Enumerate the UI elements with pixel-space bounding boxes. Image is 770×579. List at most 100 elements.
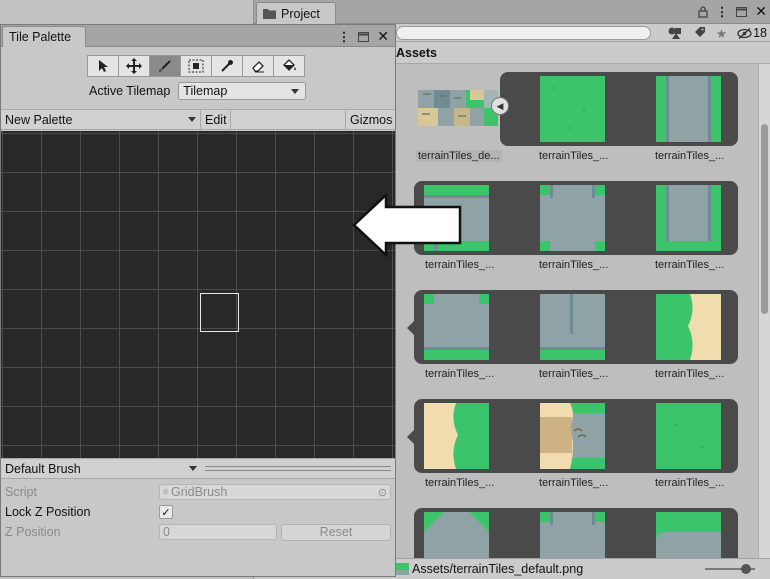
eraser-icon — [252, 61, 264, 73]
row-end-notch — [738, 539, 745, 553]
move-tool-button[interactable] — [118, 55, 150, 77]
scrollbar-thumb[interactable] — [761, 124, 768, 314]
sand-grass-thumbnail — [424, 403, 489, 469]
active-tilemap-row: Active Tilemap Tilemap — [89, 82, 307, 100]
asset-label: terrainTiles_... — [655, 150, 725, 162]
asset-tile-road-curve[interactable] — [424, 512, 489, 558]
tool-buttons — [87, 55, 305, 77]
palette-dropdown-value: New Palette — [5, 113, 73, 127]
tile-palette-window: Tile Palette ⋮ ✕ Active Tilemap Tilemap … — [0, 24, 396, 577]
grass-2-thumbnail — [656, 403, 721, 469]
picker-tool-button[interactable] — [211, 55, 243, 77]
hidden-count: 18 — [753, 26, 767, 40]
reset-label: Reset — [319, 525, 353, 539]
lock-icon[interactable] — [698, 5, 708, 18]
z-position-field: 0 — [159, 524, 277, 540]
active-tilemap-value: Tilemap — [183, 84, 228, 98]
unity-editor: Project ⋮ ✕ ★ 18 Assets terrainTiles_de.… — [0, 0, 770, 579]
edit-palette-button[interactable]: Edit — [201, 110, 231, 130]
grass-sand-thumbnail — [656, 294, 721, 360]
asset-tile-road-t-down[interactable] — [424, 294, 489, 360]
favorites-star-icon[interactable]: ★ — [716, 26, 727, 41]
script-hash-icon: # — [163, 487, 169, 497]
select-tool-button[interactable] — [87, 55, 119, 77]
palette-canvas[interactable] — [1, 131, 395, 458]
search-input[interactable] — [396, 26, 651, 40]
maximize-icon[interactable] — [736, 6, 748, 17]
grass-tile-thumbnail — [540, 76, 605, 142]
asset-tile-grass-sand[interactable] — [656, 294, 721, 360]
script-value: GridBrush — [171, 485, 228, 499]
paint-brush-tool-button[interactable] — [149, 55, 181, 77]
chevron-down-icon — [189, 466, 197, 471]
script-field: # GridBrush ⊙ — [159, 484, 391, 500]
project-tab[interactable]: Project — [256, 2, 336, 24]
row-end-notch — [738, 430, 745, 444]
active-tilemap-dropdown[interactable]: Tilemap — [178, 82, 307, 100]
asset-tile-road-vertical[interactable] — [656, 76, 721, 142]
asset-tile-road-cross-2[interactable] — [540, 294, 605, 360]
row-start-notch — [407, 430, 414, 444]
reset-button: Reset — [281, 523, 391, 541]
eraser-tool-button[interactable] — [242, 55, 274, 77]
asset-tile-road-end[interactable] — [656, 185, 721, 251]
folder-icon — [263, 9, 276, 19]
road-t-down-thumbnail — [424, 294, 489, 360]
project-tabbar: Project ⋮ ✕ — [254, 0, 770, 24]
breadcrumb-assets[interactable]: Assets — [396, 46, 437, 60]
asset-tile-sand-grass[interactable] — [424, 403, 489, 469]
asset-tile-grass-2[interactable] — [656, 403, 721, 469]
asset-tile-grass[interactable] — [540, 76, 605, 142]
close-icon[interactable]: ✕ — [377, 28, 389, 45]
collapse-arrow-icon[interactable]: ◀ — [491, 97, 509, 115]
hidden-packages-toggle[interactable]: 18 — [737, 26, 767, 40]
kebab-menu-icon[interactable]: ⋮ — [716, 4, 729, 19]
thumbnail-size-slider[interactable] — [705, 564, 755, 574]
box-fill-tool-button[interactable] — [180, 55, 212, 77]
project-toolbar-icons: ★ 18 — [668, 24, 767, 42]
asset-label: terrainTiles_... — [425, 368, 495, 380]
filter-by-label-icon[interactable] — [694, 27, 706, 39]
grid-cursor-cell — [200, 293, 239, 332]
eye-slash-icon — [737, 27, 752, 39]
asset-label: terrainTiles_... — [425, 477, 495, 489]
asset-label: terrainTiles_... — [539, 477, 609, 489]
panel-splitter[interactable] — [205, 466, 391, 471]
brush-toolbar: Default Brush — [1, 458, 395, 479]
flood-fill-tool-button[interactable] — [273, 55, 305, 77]
lock-z-checkbox[interactable]: ✓ — [159, 505, 173, 519]
select-arrow-icon — [99, 60, 108, 72]
asset-label: terrainTiles_... — [425, 259, 495, 271]
sand-road-thumbnail — [540, 403, 605, 469]
gizmos-toggle[interactable]: Gizmos — [345, 110, 395, 130]
row-end-notch — [738, 103, 745, 117]
palette-dropdown[interactable]: New Palette — [1, 110, 201, 130]
script-property: Script # GridBrush ⊙ — [5, 482, 391, 502]
kebab-menu-icon[interactable]: ⋮ — [338, 29, 351, 44]
chevron-down-icon — [291, 88, 300, 94]
brush-dropdown[interactable]: Default Brush — [1, 459, 201, 479]
maximize-icon[interactable] — [358, 31, 370, 42]
tile-palette-tab[interactable]: Tile Palette — [2, 26, 86, 47]
filter-by-type-icon[interactable] — [668, 27, 684, 39]
asset-tile-road-t-3[interactable] — [540, 512, 605, 558]
vertical-scrollbar[interactable] — [758, 64, 770, 558]
brush-dropdown-value: Default Brush — [5, 462, 81, 476]
move-icon — [126, 58, 142, 74]
gizmos-label: Gizmos — [350, 113, 393, 127]
asset-label: terrainTiles_... — [655, 477, 725, 489]
road-vertical-thumbnail — [656, 76, 721, 142]
asset-item-spritesheet[interactable] — [418, 90, 498, 126]
z-position-label: Z Position — [5, 525, 61, 539]
asset-tile-grass-road-curve[interactable] — [656, 512, 721, 558]
asset-label: terrainTiles_... — [539, 150, 609, 162]
object-picker-icon: ⊙ — [377, 486, 387, 499]
asset-label: terrainTiles_... — [655, 259, 725, 271]
checkmark-icon: ✓ — [161, 506, 171, 519]
slider-knob[interactable] — [741, 564, 751, 574]
asset-tile-road-cross[interactable] — [540, 185, 605, 251]
asset-tile-sand-road[interactable] — [540, 403, 605, 469]
close-icon[interactable]: ✕ — [755, 3, 767, 20]
row-end-notch — [738, 321, 745, 335]
road-cross-thumbnail — [540, 185, 605, 251]
